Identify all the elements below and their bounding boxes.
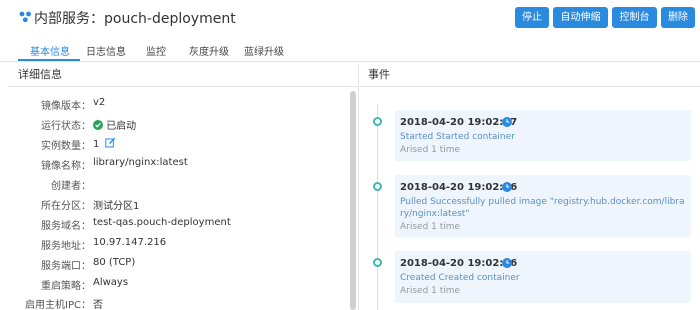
info-value: test-qas.pouch-deployment	[93, 217, 231, 228]
info-label: 镜像名称：	[41, 161, 91, 172]
info-row-service-port: 服务端口： 80 (TCP)	[8, 257, 348, 277]
events-panel: 事件 2018-04-20 19:02:17 Started Started c…	[360, 64, 700, 310]
info-row-image-name: 镜像名称： library/nginx:latest	[8, 157, 348, 177]
stop-button[interactable]: 停止	[515, 7, 549, 28]
event-card: 2018-04-20 19:02:16 Created Created cont…	[395, 251, 691, 303]
info-label: 所在分区：	[41, 201, 91, 212]
clock-icon	[502, 182, 512, 192]
tab-logs[interactable]: 日志信息	[86, 43, 126, 58]
info-label: 启用主机IPC：	[25, 300, 91, 310]
info-label: 服务地址：	[41, 241, 91, 252]
edit-icon[interactable]	[104, 137, 116, 148]
service-icon	[19, 11, 31, 23]
info-value: 1	[93, 137, 116, 150]
tab-bar: 基本信息 日志信息 监控 灰度升级 蓝绿升级	[0, 36, 700, 62]
info-row-image-version: 镜像版本： v2	[8, 97, 348, 117]
event-message: Created Created container	[400, 273, 520, 283]
info-label: 服务域名：	[41, 221, 91, 232]
event-time: 2018-04-20 19:02:16	[400, 182, 518, 193]
info-label: 运行状态：	[41, 121, 91, 132]
event-count: Arised 1 time	[400, 222, 461, 232]
info-value: Always	[93, 277, 129, 288]
info-label: 实例数量：	[41, 141, 91, 152]
event-count: Arised 1 time	[400, 286, 461, 296]
timeline-dot	[373, 182, 382, 191]
info-label: 创建者：	[51, 181, 91, 192]
event-message: Started Started container	[400, 132, 515, 142]
info-value: v2	[93, 97, 106, 108]
info-row-partition: 所在分区： 测试分区1	[8, 197, 348, 217]
tab-monitoring[interactable]: 监控	[146, 43, 166, 58]
check-circle-icon	[93, 120, 103, 130]
info-value: 否	[93, 300, 103, 310]
event-time: 2018-04-20 19:02:17	[400, 117, 518, 128]
console-button[interactable]: 控制台	[612, 7, 657, 28]
delete-button[interactable]: 删除	[661, 7, 695, 28]
info-row-run-status: 运行状态： 已启动	[8, 117, 348, 137]
autoscale-button[interactable]: 自动伸缩	[553, 7, 608, 28]
status-text: 已启动	[106, 121, 137, 132]
info-value: 80 (TCP)	[93, 257, 136, 268]
timeline-line	[377, 104, 378, 310]
event-count: Arised 1 time	[400, 145, 461, 155]
event-card: 2018-04-20 19:02:16 Pulled Successfully …	[395, 175, 691, 237]
tab-blue-green-upgrade[interactable]: 蓝绿升级	[244, 43, 284, 58]
active-tab-indicator	[18, 59, 80, 61]
info-value: 已启动	[93, 117, 136, 132]
info-label: 镜像版本：	[41, 101, 91, 112]
timeline-dot	[373, 258, 382, 267]
event-card: 2018-04-20 19:02:17 Started Started cont…	[395, 110, 691, 161]
clock-icon	[502, 258, 512, 268]
info-row-creator: 创建者：	[8, 177, 348, 197]
details-scrollbar[interactable]	[350, 91, 356, 310]
instance-count: 1	[93, 139, 100, 150]
tab-basic-info[interactable]: 基本信息	[30, 43, 70, 58]
details-panel: 详细信息 镜像版本： v2 运行状态： 已启动 实例数量： 1 镜像名称： li…	[8, 64, 359, 310]
info-row-host-ipc: 启用主机IPC： 否	[8, 296, 348, 310]
events-title: 事件	[360, 64, 700, 87]
event-message: Pulled Successfully pulled image "regist…	[400, 197, 685, 219]
details-title: 详细信息	[8, 64, 358, 87]
page-header: 内部服务：pouch-deployment 停止 自动伸缩 控制台 删除	[0, 0, 700, 36]
event-time: 2018-04-20 19:02:16	[400, 258, 518, 269]
tab-canary-upgrade[interactable]: 灰度升级	[189, 43, 229, 58]
info-row-service-address: 服务地址： 10.97.147.216	[8, 237, 348, 257]
info-label: 服务端口：	[41, 261, 91, 272]
clock-icon	[502, 117, 512, 127]
page-title: 内部服务：pouch-deployment	[34, 11, 236, 27]
info-row-service-domain: 服务域名： test-qas.pouch-deployment	[8, 217, 348, 237]
info-value: 10.97.147.216	[93, 237, 167, 248]
info-value: library/nginx:latest	[93, 157, 188, 168]
info-label: 重启策略：	[41, 281, 91, 292]
info-row-restart-policy: 重启策略： Always	[8, 277, 348, 297]
timeline-dot	[373, 117, 382, 126]
info-row-instance-count: 实例数量： 1	[8, 137, 348, 157]
info-value: 测试分区1	[93, 201, 140, 212]
